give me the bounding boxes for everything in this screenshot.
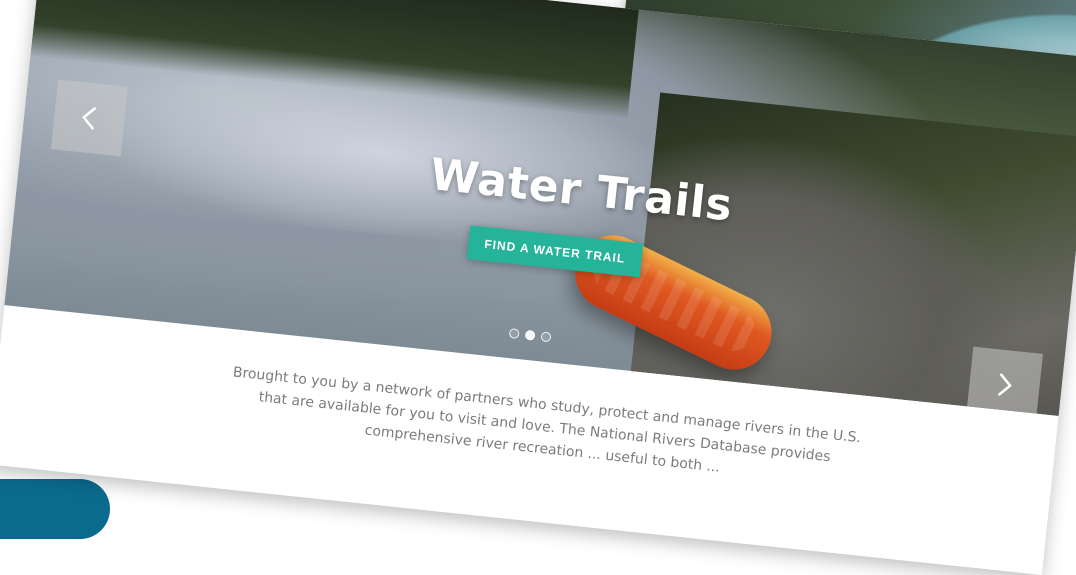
carousel-prev-button[interactable] xyxy=(50,79,128,157)
hero-carousel: Water Trails FIND A WATER TRAIL xyxy=(4,0,1076,416)
carousel-dots xyxy=(508,328,552,343)
decorative-wave xyxy=(0,479,110,539)
carousel-dot[interactable] xyxy=(540,331,552,343)
carousel-dot[interactable] xyxy=(508,328,520,340)
carousel-next-button[interactable] xyxy=(966,346,1043,416)
chevron-left-icon xyxy=(82,107,96,130)
foreground-screenshot: Water Trails FIND A WATER TRAIL Brought … xyxy=(0,0,1076,575)
chevron-right-icon xyxy=(997,373,1012,396)
carousel-dot-active[interactable] xyxy=(524,329,536,341)
